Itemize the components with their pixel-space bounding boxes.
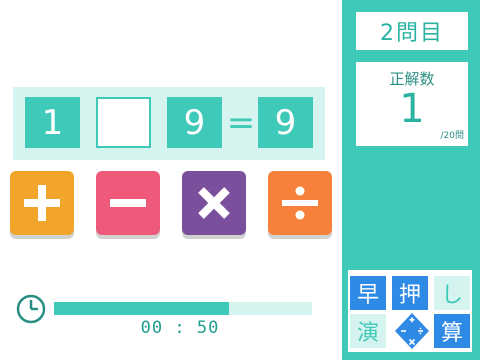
equals-sign: =: [226, 102, 256, 143]
timer-display: 00 : 50: [140, 318, 220, 338]
clock-icon: [16, 294, 46, 324]
operators-diamond-icon: [395, 313, 429, 349]
time-progress-fill: [54, 302, 230, 315]
first-operand-tile: 1: [25, 97, 80, 148]
plus-icon: [24, 185, 60, 221]
game-logo: 早 押 し 演 算: [348, 270, 472, 352]
time-progress-bar: [54, 302, 312, 315]
score-value: 1: [399, 86, 425, 132]
divide-icon: [282, 186, 318, 220]
operator-blank-slot[interactable]: [96, 97, 151, 148]
logo-char-5: 算: [434, 314, 470, 348]
score-total: /20問: [440, 131, 465, 141]
result-tile: 9: [258, 97, 313, 148]
logo-char-1: 早: [350, 276, 386, 310]
minus-button[interactable]: [96, 171, 160, 235]
score-card: 正解数 1 /20問: [356, 62, 468, 146]
minus-icon: [110, 199, 146, 207]
logo-char-4: 演: [350, 314, 386, 348]
side-panel: 2問目 正解数 1 /20問 早 押 し 演 算: [342, 0, 480, 360]
times-button[interactable]: [182, 171, 246, 235]
logo-char-3: し: [434, 276, 470, 310]
divide-button[interactable]: [268, 171, 332, 235]
question-number: 2問目: [356, 12, 468, 50]
plus-button[interactable]: [10, 171, 74, 235]
equation-strip: 1 9 = 9: [13, 87, 325, 160]
logo-char-2: 押: [392, 276, 428, 310]
times-icon: [198, 187, 230, 219]
second-operand-tile: 9: [167, 97, 222, 148]
